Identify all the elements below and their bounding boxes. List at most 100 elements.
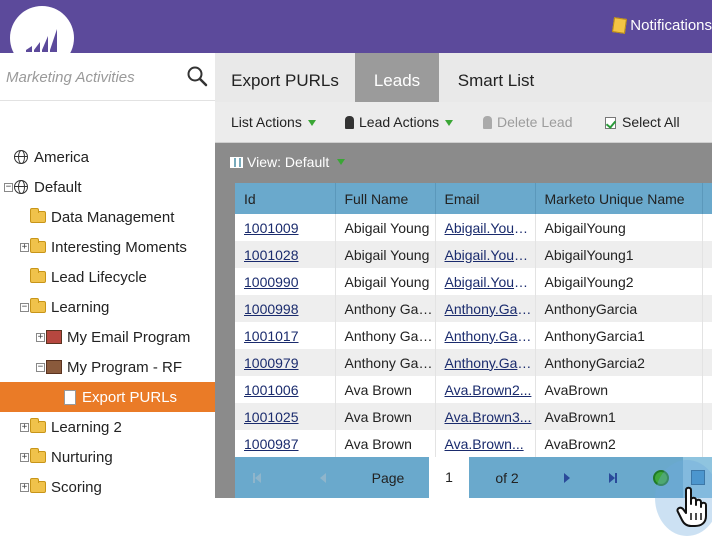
collapse-icon[interactable]: − xyxy=(4,182,13,192)
tree-item[interactable]: America xyxy=(0,142,215,172)
column-header-id[interactable]: Id xyxy=(235,183,336,214)
column-header-more[interactable] xyxy=(702,183,712,214)
delete-person-icon xyxy=(483,116,492,129)
table-row[interactable]: 1001009Abigail YoungAbigail.Young@...Abi… xyxy=(235,214,712,241)
search-input[interactable] xyxy=(6,65,176,89)
tree-item[interactable]: Lead Lifecycle xyxy=(0,262,215,292)
tree-item-label: Interesting Moments xyxy=(51,238,187,256)
lead-id-link[interactable]: 1001006 xyxy=(235,376,336,403)
expand-icon[interactable]: + xyxy=(36,332,45,342)
page-count-label: of 2 xyxy=(495,469,519,486)
table-row[interactable]: 1001006 Ava Brown Ava.Brown2... AvaBrown xyxy=(235,376,712,403)
lead-id-link[interactable]: 1000987 xyxy=(235,430,336,457)
table-row[interactable]: 1000987 Ava Brown Ava.Brown... AvaBrown2 xyxy=(235,430,712,457)
dropdown-arrow-icon xyxy=(307,119,316,126)
tree-item[interactable]: + My Email Program xyxy=(0,322,215,352)
email-link[interactable]: Abigail.Young@... xyxy=(435,241,536,268)
previous-page-icon xyxy=(320,472,326,483)
delete-lead-button[interactable]: Delete Lead xyxy=(483,102,573,143)
tree-item[interactable]: + Learning 2 xyxy=(0,412,215,442)
table-row[interactable]: 1001025 Ava Brown Ava.Brown3... AvaBrown1 xyxy=(235,403,712,430)
tab-export-purls[interactable]: Export PURLs xyxy=(215,53,355,102)
select-all-button[interactable]: Select All xyxy=(605,102,680,143)
tree-item[interactable]: Data Management xyxy=(0,202,215,232)
unique-name-cell: AvaBrown2 xyxy=(535,430,703,457)
tree-item-label: Learning 2 xyxy=(51,418,122,436)
lead-id-link[interactable]: 1000979 xyxy=(235,349,336,376)
tree-item[interactable]: + Nurturing xyxy=(0,442,215,472)
column-header-marketo-unique-name[interactable]: Marketo Unique Name xyxy=(535,183,703,214)
tree-item-label: Nurturing xyxy=(51,448,113,466)
table-row[interactable]: 1000990Abigail YoungAbigail.Young@...Abi… xyxy=(235,268,712,295)
tree-item[interactable]: + Interesting Moments xyxy=(0,232,215,262)
overflow-cell xyxy=(702,322,712,349)
page-number-input[interactable]: 1 xyxy=(429,457,469,498)
email-link[interactable]: Anthony.Garcia@... xyxy=(435,295,536,322)
list-actions-button[interactable]: List Actions xyxy=(231,102,316,143)
notepad-icon xyxy=(612,17,628,34)
folder-icon xyxy=(30,448,46,463)
tab-smart-list[interactable]: Smart List xyxy=(439,53,553,102)
tree-item-label: Learning xyxy=(51,298,110,316)
overflow-cell xyxy=(702,214,712,241)
expand-icon[interactable]: + xyxy=(20,242,29,252)
lead-id-link[interactable]: 1001025 xyxy=(235,403,336,430)
lead-actions-button[interactable]: Lead Actions xyxy=(345,102,454,143)
expand-icon[interactable]: + xyxy=(20,452,29,462)
lead-actions-label: Lead Actions xyxy=(359,114,440,130)
lead-id-link[interactable]: 1001028 xyxy=(235,241,336,268)
view-label: View: Default xyxy=(247,154,330,170)
table-row[interactable]: 1001017Anthony GarciaAnthony.Garcia@...A… xyxy=(235,322,712,349)
email-link[interactable]: Anthony.Garcia@... xyxy=(435,322,536,349)
email-link[interactable]: Ava.Brown2... xyxy=(435,376,536,403)
first-page-button[interactable] xyxy=(247,457,267,498)
full-name-cell: Ava Brown xyxy=(335,403,436,430)
tree-item[interactable]: + Scoring xyxy=(0,472,215,502)
tree-item-label: Default xyxy=(34,178,82,196)
magnifier-icon[interactable] xyxy=(186,65,208,87)
email-link[interactable]: Anthony.Garcia@... xyxy=(435,349,536,376)
folder-icon xyxy=(30,208,46,223)
expand-icon[interactable]: + xyxy=(20,422,29,432)
expand-icon[interactable]: + xyxy=(20,482,29,492)
table-row[interactable]: 1001028Abigail YoungAbigail.Young@...Abi… xyxy=(235,241,712,268)
lead-id-link[interactable]: 1000990 xyxy=(235,268,336,295)
collapse-icon[interactable]: − xyxy=(36,362,45,372)
full-name-cell: Anthony Garcia xyxy=(335,322,436,349)
checkbox-icon xyxy=(605,116,616,129)
overflow-cell xyxy=(702,295,712,322)
lead-id-link[interactable]: 1001017 xyxy=(235,322,336,349)
folder-icon xyxy=(30,238,46,253)
notifications-button[interactable]: Notifications xyxy=(612,17,712,34)
tree-item[interactable]: − My Program - RF xyxy=(0,352,215,382)
table-row[interactable]: 1000998Anthony GarciaAnthony.Garcia@...A… xyxy=(235,295,712,322)
tree-item[interactable]: − Default xyxy=(0,172,215,202)
email-link[interactable]: Abigail.Young@... xyxy=(435,268,536,295)
full-name-cell: Abigail Young xyxy=(335,241,436,268)
table-row[interactable]: 1000979Anthony GarciaAnthony.Garcia@...A… xyxy=(235,349,712,376)
tree-item[interactable]: − Learning xyxy=(0,292,215,322)
email-link[interactable]: Ava.Brown... xyxy=(435,430,536,457)
tree-item[interactable]: Export PURLs xyxy=(0,382,215,412)
view-selector[interactable]: View: Default xyxy=(215,143,712,181)
tab-leads[interactable]: Leads xyxy=(355,53,439,102)
unique-name-cell: AnthonyGarcia xyxy=(535,295,703,322)
column-header-full-name[interactable]: Full Name xyxy=(335,183,436,214)
next-page-button[interactable] xyxy=(557,457,577,498)
tree-item-label: Scoring xyxy=(51,478,102,496)
unique-name-cell: AnthonyGarcia2 xyxy=(535,349,703,376)
email-link[interactable]: Ava.Brown3... xyxy=(435,403,536,430)
lead-id-link[interactable]: 1000998 xyxy=(235,295,336,322)
email-link[interactable]: Abigail.Young@... xyxy=(435,214,536,241)
lead-id-link[interactable]: 1001009 xyxy=(235,214,336,241)
column-header-email[interactable]: Email xyxy=(435,183,536,214)
previous-page-button[interactable] xyxy=(313,457,333,498)
collapse-icon[interactable]: − xyxy=(20,302,29,312)
person-icon xyxy=(345,116,354,129)
next-page-icon xyxy=(564,472,570,483)
unique-name-cell: AbigailYoung1 xyxy=(535,241,703,268)
last-page-button[interactable] xyxy=(601,457,625,498)
overflow-cell xyxy=(702,430,712,457)
tree-item-label: Export PURLs xyxy=(82,388,178,406)
email-program-icon xyxy=(46,330,62,344)
